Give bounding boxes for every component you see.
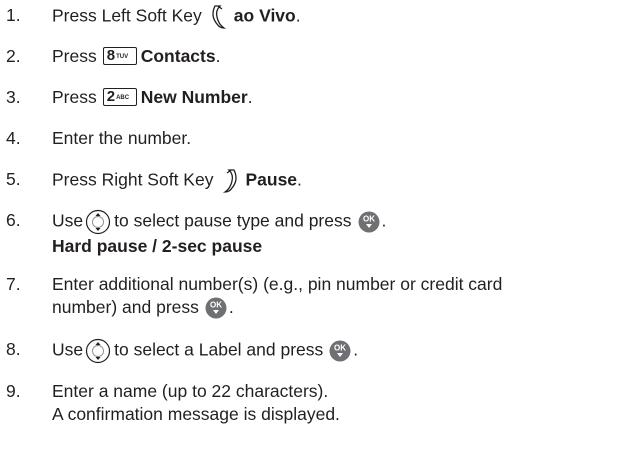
step-body: Press 2ABC New Number. (52, 86, 612, 109)
step-text: to select pause type and press (114, 210, 352, 231)
step-text: Enter a name (up to 22 characters). (52, 381, 329, 401)
step-line: Use to select a Label and press OK. (52, 338, 612, 364)
step-number: 3. (6, 87, 21, 107)
ok-key-label: OK (363, 215, 375, 224)
step-text: A confirmation message is displayed. (52, 404, 340, 424)
step-body: Enter the number. (52, 127, 612, 150)
step-punct: . (215, 46, 221, 66)
pause-options: Hard pause / 2-sec pause (52, 236, 263, 256)
step-body: Press Right Soft Key Pause. (52, 168, 612, 194)
step-punct: . (247, 87, 253, 107)
step-line: Press 2ABC New Number. (52, 86, 612, 109)
menu-label: Contacts (140, 46, 216, 66)
step-punct: . (297, 169, 302, 190)
left-soft-key-icon (212, 5, 226, 29)
step-text: Enter the number. (52, 128, 192, 148)
step-line: Press Right Soft Key Pause. (52, 168, 612, 194)
key-digit: 8 (106, 47, 116, 65)
step-text: Enter additional number(s) (e.g., pin nu… (52, 274, 503, 294)
step-body: Enter additional number(s) (e.g., pin nu… (52, 273, 612, 319)
step-text: Use (52, 339, 84, 360)
step-body: Press 8TUV Contacts. (52, 45, 612, 68)
ok-key-icon: OK (205, 297, 227, 319)
key-2-icon: 2ABC (102, 88, 137, 107)
step-line: Press 8TUV Contacts. (52, 45, 612, 68)
step-number: 2. (6, 46, 21, 66)
key-letters: TUV (116, 54, 129, 61)
menu-label: New Number (140, 87, 248, 107)
step-number: 5. (6, 169, 21, 189)
step-punct: . (381, 210, 387, 231)
step-text: number) and press (52, 297, 199, 317)
step-body: Use to select a Label and press OK. (52, 338, 612, 364)
step-text: Press (52, 87, 97, 107)
step-body: Press Left Soft Key ao Vivo. (52, 4, 612, 30)
step-punct: . (295, 5, 301, 26)
step-number: 8. (6, 339, 21, 359)
instruction-page: 1. Press Left Soft Key ao Vivo. 2. Press 8… (0, 0, 620, 450)
step-text: to select a Label and press (114, 339, 324, 360)
step-line: Use to select pause type and press OK. (52, 209, 612, 235)
step-punct: . (353, 339, 359, 360)
key-digit: 2 (106, 88, 116, 106)
key-8-icon: 8TUV (102, 47, 137, 66)
step-body: Enter a name (up to 22 characters). A co… (52, 380, 612, 426)
step-body: Use to select pause type and press OK. Har… (52, 209, 612, 258)
key-letters: ABC (116, 95, 130, 102)
ok-key-label: OK (334, 344, 346, 353)
step-punct: . (228, 297, 234, 317)
step-line: number) and press OK. (52, 296, 612, 319)
step-line: Press Left Soft Key ao Vivo. (52, 4, 612, 30)
step-text: Press Left Soft Key (52, 5, 202, 26)
step-number: 4. (6, 128, 21, 148)
directional-key-icon (86, 338, 111, 364)
ok-key-icon: OK (329, 340, 351, 362)
step-number: 7. (6, 274, 21, 294)
ok-key-icon: OK (358, 211, 379, 233)
step-number: 6. (6, 210, 21, 230)
ok-key-label: OK (210, 301, 222, 310)
step-text: Press (52, 46, 97, 66)
right-soft-key-icon (223, 169, 238, 193)
step-text: Press Right Soft Key (52, 169, 214, 190)
step-text: Use (52, 210, 84, 231)
menu-label: ao Vivo (233, 5, 296, 26)
directional-key-icon (86, 209, 111, 235)
step-number: 9. (6, 381, 21, 401)
step-number: 1. (6, 5, 21, 25)
menu-label: Pause (245, 169, 298, 190)
